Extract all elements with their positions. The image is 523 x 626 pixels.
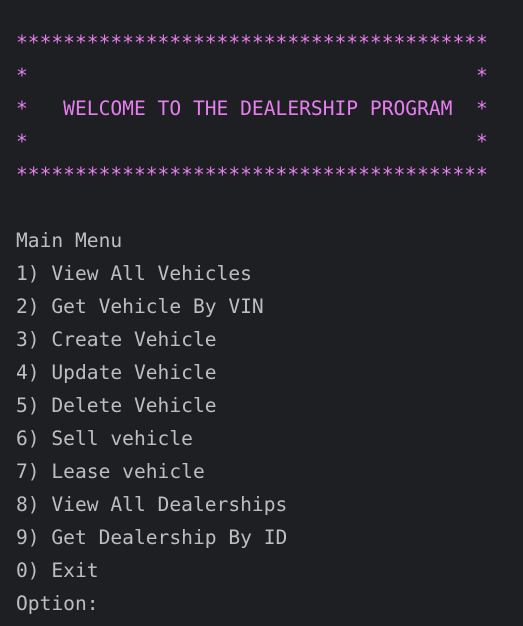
banner-title: * WELCOME TO THE DEALERSHIP PROGRAM * xyxy=(16,97,488,120)
banner-spacer: * * xyxy=(16,130,488,153)
menu-item-lease-vehicle: 7) Lease vehicle xyxy=(16,460,205,483)
banner-top-border: **************************************** xyxy=(16,31,488,54)
banner-spacer: * * xyxy=(16,64,488,87)
option-prompt[interactable]: Option: xyxy=(16,587,523,620)
banner-bottom-border: **************************************** xyxy=(16,163,488,186)
menu-heading: Main Menu xyxy=(16,229,123,252)
menu-item-view-all-vehicles: 1) View All Vehicles xyxy=(16,262,252,285)
menu-item-get-vehicle-by-vin: 2) Get Vehicle By VIN xyxy=(16,295,264,318)
menu-item-sell-vehicle: 6) Sell vehicle xyxy=(16,427,193,450)
menu-item-view-all-dealerships: 8) View All Dealerships xyxy=(16,493,288,516)
menu-item-create-vehicle: 3) Create Vehicle xyxy=(16,328,217,351)
menu-item-exit: 0) Exit xyxy=(16,559,99,582)
console-output: ****************************************… xyxy=(16,26,523,620)
menu-item-delete-vehicle: 5) Delete Vehicle xyxy=(16,394,217,417)
menu-item-get-dealership-by-id: 9) Get Dealership By ID xyxy=(16,526,288,549)
menu-item-update-vehicle: 4) Update Vehicle xyxy=(16,361,217,384)
